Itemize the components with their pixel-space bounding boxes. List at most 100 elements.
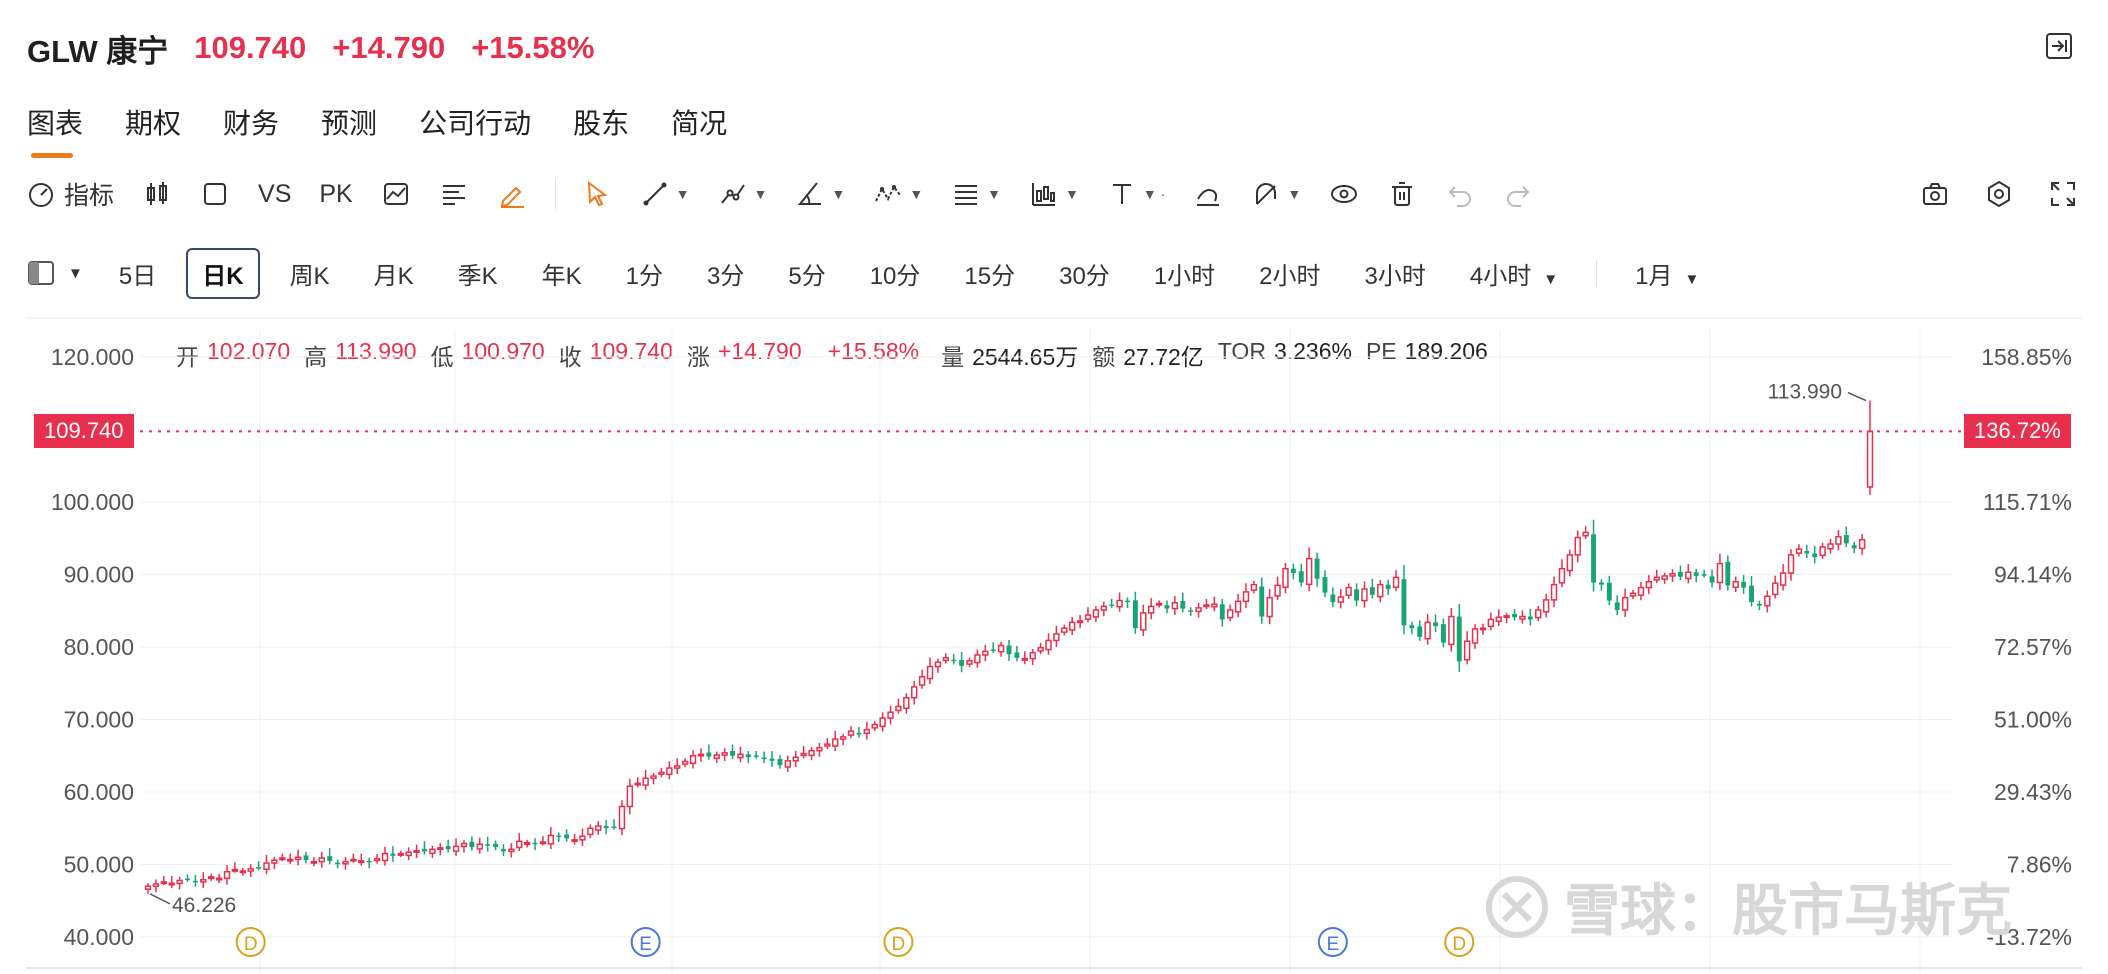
candle-body: [1061, 627, 1068, 633]
candle-body: [777, 759, 783, 766]
y-tick-label: 90.000: [64, 562, 134, 588]
y-tick-label-right: 51.00%: [1994, 707, 2072, 733]
candle-body: [1487, 618, 1495, 628]
candle-body: [1606, 582, 1612, 601]
candle-body: [422, 848, 427, 852]
candle-body: [476, 843, 483, 850]
candle-body: [990, 649, 996, 652]
candle-body: [1076, 620, 1084, 624]
candle-body: [1369, 587, 1375, 595]
candle-body: [1242, 591, 1250, 603]
candle-body: [469, 841, 475, 848]
candle-body: [1645, 581, 1653, 589]
candle-body: [1180, 600, 1186, 609]
candle-body: [1392, 576, 1400, 588]
candle-body: [318, 857, 325, 863]
candle-body: [366, 860, 372, 863]
candle-body: [1345, 586, 1352, 596]
candle-body: [579, 835, 586, 841]
candle-body: [997, 644, 1005, 653]
candle-body: [1749, 585, 1754, 603]
candle-body: [231, 868, 239, 872]
candle-body: [1282, 567, 1289, 588]
candle-body: [1433, 622, 1438, 626]
y-tick-label-right: 29.43%: [1994, 779, 2072, 805]
candle-body: [1361, 588, 1368, 602]
candle-body: [966, 660, 973, 665]
candle-body: [437, 847, 444, 851]
candle-body: [303, 855, 309, 861]
candle-body: [1779, 572, 1787, 586]
candlestick-chart[interactable]: 120.000 158.85% 100.000 115.71% 90.000 94.14%…: [0, 0, 2108, 974]
candle-body: [689, 755, 697, 765]
candle-body: [1764, 595, 1771, 607]
marker-label: D: [892, 934, 906, 955]
candle-body: [460, 842, 468, 848]
y-tick-label: 120.000: [51, 344, 134, 370]
candle-body: [1614, 602, 1620, 611]
candle-body: [1772, 582, 1779, 596]
candle-body: [761, 757, 767, 760]
candle-body: [1471, 628, 1479, 644]
candle-body: [1701, 574, 1707, 576]
high-leader-line: [1847, 391, 1867, 402]
candle-body: [1463, 640, 1471, 661]
candle-body: [1274, 584, 1281, 597]
candle-body: [1512, 614, 1517, 618]
candle-body: [713, 754, 720, 760]
candle-body: [1140, 612, 1147, 631]
candle-body: [256, 867, 262, 869]
candle-body: [1068, 621, 1076, 631]
candle-body: [176, 879, 183, 885]
candle-body: [445, 846, 451, 850]
candle-body: [595, 825, 602, 831]
low-leader-line: [149, 893, 171, 905]
candle-body: [1147, 605, 1155, 614]
candle-body: [1014, 652, 1020, 658]
candle-body: [1827, 543, 1834, 550]
candle-body: [1006, 645, 1012, 655]
marker-label: D: [244, 934, 258, 955]
candle-body: [263, 862, 270, 870]
candle-body: [405, 851, 412, 857]
candle-body: [611, 826, 617, 828]
candle-body: [1164, 605, 1170, 609]
candle-body: [730, 751, 735, 756]
candle-body: [1188, 610, 1194, 612]
current-pct-tag: 136.72%: [1964, 414, 2071, 449]
candle-body: [1314, 558, 1320, 579]
candle-body: [745, 754, 751, 758]
candle-body: [1495, 616, 1502, 623]
candle-body: [1558, 567, 1566, 584]
candle-body: [1037, 646, 1044, 652]
candle-body: [564, 834, 570, 839]
candle-body: [1424, 621, 1431, 640]
candle-body: [1858, 538, 1866, 550]
watermark: 雪球：股市马斯克: [1484, 866, 2012, 947]
candle-body: [1637, 586, 1645, 596]
candle-body: [832, 738, 839, 747]
candle-body: [1456, 616, 1462, 662]
candle-body: [1804, 550, 1810, 554]
candle-body: [1417, 626, 1423, 637]
candle-body: [1550, 583, 1558, 601]
candle-body: [1116, 599, 1123, 608]
y-tick-label: 40.000: [64, 924, 134, 950]
candle-body: [681, 760, 689, 765]
candle-body: [493, 843, 499, 848]
candle-body: [974, 654, 981, 664]
y-tick-label-right: 158.85%: [1981, 344, 2072, 370]
candle-body: [1092, 609, 1100, 618]
candle-body: [951, 659, 957, 662]
candle-body: [737, 753, 744, 759]
candle-body: [144, 885, 152, 890]
candle-body: [800, 752, 807, 757]
candle-body: [903, 697, 910, 710]
candle-body: [753, 755, 759, 757]
candle-body: [1756, 603, 1762, 606]
candle-body: [642, 777, 649, 786]
candle-body: [1021, 657, 1028, 661]
candle-body: [666, 767, 673, 775]
watermark-text: 雪球：股市马斯克: [1564, 879, 2012, 942]
candle-body: [697, 753, 705, 757]
